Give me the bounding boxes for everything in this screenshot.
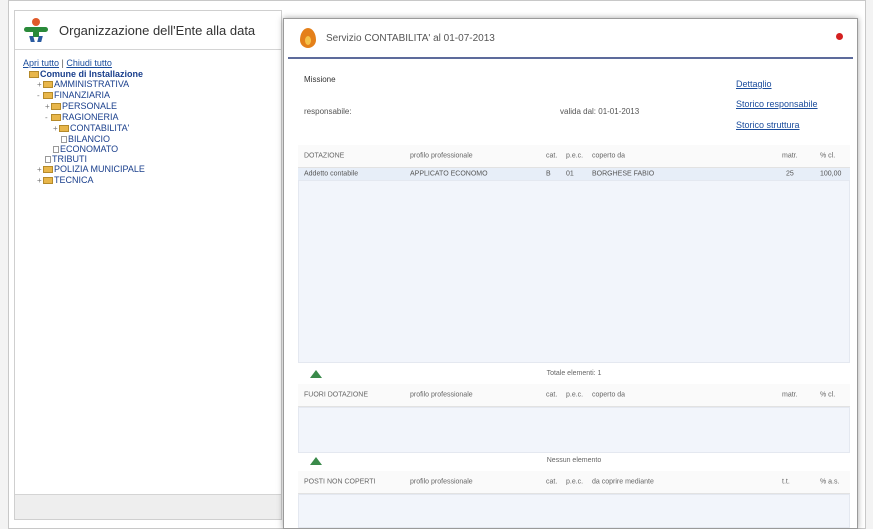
document-icon xyxy=(61,136,67,143)
left-panel-footer xyxy=(15,494,281,519)
col-pec: p.e.c. xyxy=(566,391,584,399)
col-cat: cat. xyxy=(546,152,558,160)
cell-dotazione: Addetto contabile xyxy=(304,170,359,178)
open-all-link[interactable]: Apri tutto xyxy=(23,58,59,68)
responsabile-label: responsabile: xyxy=(304,107,352,116)
tree-node[interactable]: - FINANZIARIA xyxy=(29,90,281,101)
posti-non-coperti-table: POSTI NON COPERTI profilo professionale … xyxy=(298,471,850,528)
service-dialog: Servizio CONTABILITA' al 01-07-2013 Miss… xyxy=(283,18,858,529)
col-profilo: profilo professionale xyxy=(410,478,473,486)
org-tree-panel: Organizzazione dell'Ente alla data Apri … xyxy=(14,10,282,520)
dialog-title: Servizio CONTABILITA' al 01-07-2013 xyxy=(326,32,495,44)
tree-node[interactable]: + POLIZIA MUNICIPALE xyxy=(29,164,281,175)
fuori-dotazione-header: FUORI DOTAZIONE profilo professionale ca… xyxy=(298,384,850,407)
dotazione-table: DOTAZIONE profilo professionale cat. p.e… xyxy=(298,145,850,363)
tree-node-label: ECONOMATO xyxy=(60,144,119,154)
col-profilo: profilo professionale xyxy=(410,391,473,399)
valid-from-label: valida dal: 01-01-2013 xyxy=(560,107,640,116)
cell-perc: 100,00 xyxy=(820,170,842,178)
tree-node-label: POLIZIA MUNICIPALE xyxy=(54,164,145,174)
tree-node[interactable]: - RAGIONERIA xyxy=(29,112,281,123)
col-posti-non-coperti: POSTI NON COPERTI xyxy=(304,478,376,486)
col-perc-as: % a.s. xyxy=(820,478,840,486)
folder-icon xyxy=(43,81,53,88)
link-separator: | xyxy=(61,58,64,68)
tree-node[interactable]: ECONOMATO xyxy=(29,144,281,154)
col-coperto: coperto da xyxy=(592,152,626,160)
tree-node[interactable]: + AMMINISTRATIVA xyxy=(29,79,281,90)
posti-non-coperti-header: POSTI NON COPERTI profilo professionale … xyxy=(298,471,850,494)
tree-node-label: RAGIONERIA xyxy=(62,112,119,122)
col-fuori-dotazione: FUORI DOTAZIONE xyxy=(304,391,369,399)
tree-node-label: CONTABILITA' xyxy=(70,123,130,133)
tree-node-label: AMMINISTRATIVA xyxy=(54,79,130,89)
flame-icon xyxy=(300,28,316,48)
table-row[interactable]: Addetto contabile APPLICATO ECONOMO B 01… xyxy=(298,168,850,180)
tree-node[interactable]: Comune di Installazione xyxy=(29,69,281,79)
col-pec: p.e.c. xyxy=(566,478,584,486)
col-coperto: coperto da xyxy=(592,391,626,399)
tree-node-label: FINANZIARIA xyxy=(54,90,111,100)
col-perc: % cl. xyxy=(820,152,836,160)
tree-node[interactable]: + TECNICA xyxy=(29,175,281,186)
tree-node-label: TECNICA xyxy=(54,175,94,185)
document-icon xyxy=(45,156,51,163)
posti-non-coperti-list-area xyxy=(298,494,850,528)
people-logo-icon xyxy=(23,18,49,42)
dotazione-footer: Totale elementi: 1 xyxy=(298,368,850,382)
left-panel-header: Organizzazione dell'Ente alla data xyxy=(15,11,281,50)
col-perc: % cl. xyxy=(820,391,836,399)
cell-coperto: BORGHESE FABIO xyxy=(592,170,655,178)
dotazione-total: Totale elementi: 1 xyxy=(546,370,602,377)
missione-label: Missione xyxy=(304,75,336,84)
tree-node-label: PERSONALE xyxy=(62,101,118,111)
tree-toolbar: Apri tutto | Chiudi tutto xyxy=(23,58,281,68)
fuori-dotazione-list-area xyxy=(298,407,850,453)
cell-matr: 25 xyxy=(786,170,794,178)
close-icon[interactable] xyxy=(836,33,843,40)
org-tree: Comune di Installazione + AMMINISTRATIVA - F… xyxy=(29,69,281,186)
col-pec: p.e.c. xyxy=(566,152,584,160)
cell-pec: 01 xyxy=(566,170,574,178)
folder-icon xyxy=(51,103,61,110)
col-dotazione: DOTAZIONE xyxy=(304,152,345,160)
tree-node[interactable]: + PERSONALE xyxy=(29,101,281,112)
left-panel-title: Organizzazione dell'Ente alla data xyxy=(59,22,256,38)
tree-node-label: TRIBUTI xyxy=(52,154,87,164)
tree-node[interactable]: + CONTABILITA' xyxy=(29,123,281,134)
folder-icon xyxy=(59,125,69,132)
fuori-dotazione-footer: Nessun elemento xyxy=(298,455,850,469)
dialog-header: Servizio CONTABILITA' al 01-07-2013 xyxy=(288,19,853,59)
col-da-coprire: da coprire mediante xyxy=(592,478,654,486)
dettaglio-link[interactable]: Dettaglio xyxy=(736,79,772,89)
col-profilo: profilo professionale xyxy=(410,152,473,160)
fuori-dotazione-table: FUORI DOTAZIONE profilo professionale ca… xyxy=(298,384,850,453)
col-matr: matr. xyxy=(782,152,798,160)
fuori-dotazione-total: Nessun elemento xyxy=(546,457,602,464)
tree-node[interactable]: TRIBUTI xyxy=(29,154,281,164)
tree-node[interactable]: BILANCIO xyxy=(29,134,281,144)
col-matr: matr. xyxy=(782,391,798,399)
folder-icon xyxy=(43,92,53,99)
document-icon xyxy=(53,146,59,153)
folder-icon xyxy=(51,114,61,121)
folder-icon xyxy=(43,177,53,184)
dotazione-header: DOTAZIONE profilo professionale cat. p.e… xyxy=(298,145,850,168)
dotazione-list-area xyxy=(298,180,850,363)
col-cat: cat. xyxy=(546,391,558,399)
tree-node-label: Comune di Installazione xyxy=(40,69,144,79)
col-cat: cat. xyxy=(546,478,558,486)
tree-node-label: BILANCIO xyxy=(68,134,111,144)
storico-responsabile-link[interactable]: Storico responsabile xyxy=(736,99,818,109)
cell-profilo: APPLICATO ECONOMO xyxy=(410,170,488,178)
col-tt: t.t. xyxy=(782,478,790,486)
folder-icon xyxy=(43,166,53,173)
folder-icon xyxy=(29,71,39,78)
storico-struttura-link[interactable]: Storico struttura xyxy=(736,120,800,130)
close-all-link[interactable]: Chiudi tutto xyxy=(66,58,112,68)
cell-cat: B xyxy=(546,170,551,178)
